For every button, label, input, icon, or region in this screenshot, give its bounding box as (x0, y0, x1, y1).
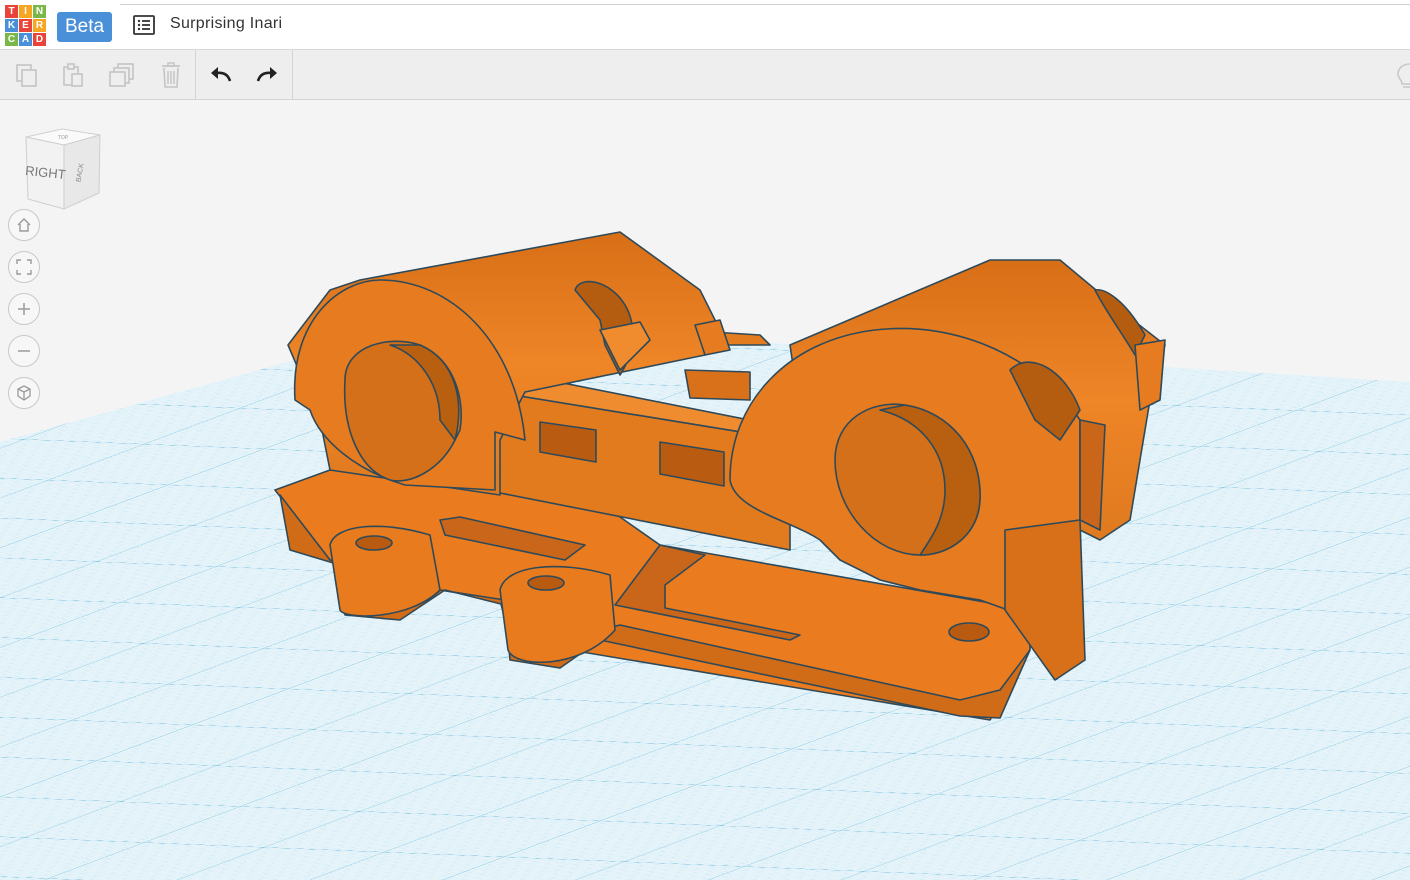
logo-letter: E (19, 19, 32, 32)
perspective-icon (17, 385, 31, 401)
duplicate-icon (109, 63, 134, 87)
lightbulb-icon[interactable] (1394, 62, 1410, 90)
design-title[interactable]: Surprising Inari (170, 15, 282, 33)
edit-toolbar (0, 50, 1410, 100)
logo-letter: T (5, 5, 18, 18)
duplicate-button[interactable] (107, 60, 137, 90)
toolbar-divider (195, 50, 196, 100)
redo-button[interactable] (252, 60, 282, 90)
delete-icon (162, 62, 180, 88)
undo-button[interactable] (206, 60, 236, 90)
workplane-viewport[interactable] (0, 100, 1410, 880)
zoom-out-icon (18, 350, 30, 352)
perspective-button[interactable] (8, 377, 40, 409)
home-view-button[interactable] (8, 209, 40, 241)
copy-button[interactable] (12, 60, 42, 90)
screw-hole (527, 575, 565, 591)
delete-button[interactable] (156, 60, 186, 90)
screw-hole (948, 622, 990, 642)
design-menu-icon[interactable] (133, 15, 155, 35)
beta-badge[interactable]: Beta (57, 12, 112, 42)
fit-all-button[interactable] (8, 251, 40, 283)
view-cube-top-label: TOP (58, 135, 69, 141)
back-block (684, 369, 751, 401)
logo-letter: I (19, 5, 32, 18)
paste-icon (63, 63, 83, 87)
logo-letter: A (19, 33, 32, 46)
browser-edge (120, 0, 1410, 5)
screw-hole (355, 535, 393, 551)
logo-letter: N (33, 5, 46, 18)
paste-button[interactable] (58, 60, 88, 90)
logo-letter: K (5, 19, 18, 32)
logo-letter: D (33, 33, 46, 46)
logo-letter: C (5, 33, 18, 46)
top-bar: T I N K E R C A D Beta Surprising Inari (0, 0, 1410, 50)
zoom-in-icon (18, 303, 30, 315)
copy-icon (16, 64, 37, 87)
logo-letter: R (33, 19, 46, 32)
zoom-out-button[interactable] (8, 335, 40, 367)
right-clamp-ear (1134, 339, 1166, 411)
home-view-icon (17, 218, 31, 232)
zoom-in-button[interactable] (8, 293, 40, 325)
tinkercad-logo[interactable]: T I N K E R C A D (5, 5, 46, 46)
view-cube[interactable]: RIGHT BACK TOP (22, 125, 104, 213)
undo-icon (211, 67, 232, 82)
right-clamp-side (1079, 419, 1106, 531)
redo-icon (256, 67, 277, 82)
toolbar-divider (292, 50, 293, 100)
fit-all-icon (16, 259, 32, 275)
